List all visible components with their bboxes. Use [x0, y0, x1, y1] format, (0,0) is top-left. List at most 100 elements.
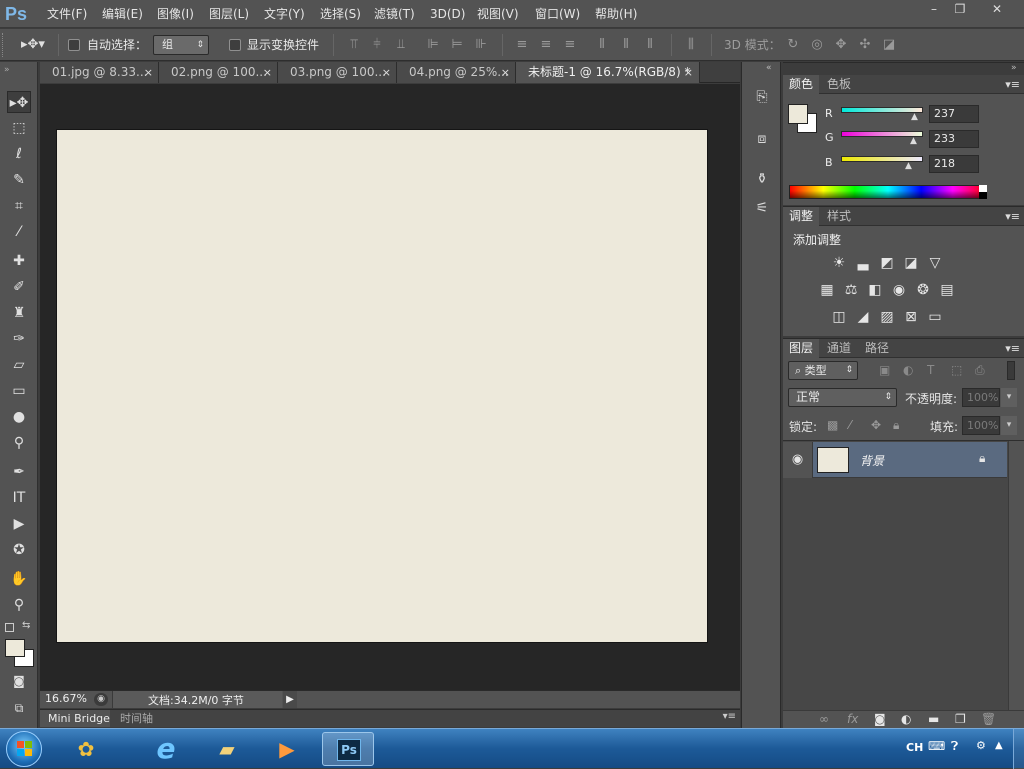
brush-tool-icon[interactable]: ✐ [7, 276, 31, 298]
healing-brush-tool-icon[interactable]: ✚ [7, 250, 31, 272]
color-spectrum-bar[interactable] [789, 185, 987, 199]
history-brush-tool-icon[interactable]: ✑ [7, 328, 31, 350]
align-top-icon[interactable]: ⫪ [346, 37, 362, 53]
menu-type[interactable]: 文字(Y) [264, 6, 305, 22]
menu-help[interactable]: 帮助(H) [595, 6, 637, 22]
align-vcenter-icon[interactable]: ⫩ [369, 37, 385, 53]
help-icon[interactable]: ❓︎ [951, 739, 958, 754]
eyedropper-tool-icon[interactable]: ⁄ [7, 221, 31, 243]
tab-channels[interactable]: 通道 [821, 339, 857, 358]
language-indicator[interactable]: CH [906, 741, 923, 754]
tab-close-icon[interactable]: × [382, 62, 391, 83]
colorful-app-icon[interactable]: ✿ [60, 732, 112, 766]
blend-mode-dropdown[interactable]: 正常 ⇕ [788, 388, 897, 407]
auto-select-dropdown[interactable]: 组 ⇕ [153, 35, 209, 55]
tab-doc-1[interactable]: 01.jpg @ 8.33... × [40, 62, 159, 83]
tab-close-icon[interactable]: × [263, 62, 272, 83]
brush-presets-panel-icon[interactable]: ⚱ [751, 168, 773, 190]
swap-colors-icon[interactable]: ⇆ [22, 620, 30, 631]
opacity-dropdown-arrow-icon[interactable]: ▾ [1001, 388, 1017, 407]
properties-panel-icon[interactable]: ⧈ [751, 128, 773, 150]
tab-mini-bridge[interactable]: Mini Bridge [40, 710, 110, 727]
eraser-tool-icon[interactable]: ▱ [7, 354, 31, 376]
auto-align-icon[interactable]: ⫼ [683, 37, 699, 53]
layer-name[interactable]: 背景 [860, 452, 884, 469]
zoom-level[interactable]: 16.67% [45, 692, 87, 705]
slider-thumb-icon[interactable]: ▲ [910, 136, 917, 146]
fill-dropdown-arrow-icon[interactable]: ▾ [1001, 416, 1017, 435]
show-hidden-icons-icon[interactable]: ▲ [995, 740, 1003, 751]
camera-3d-icon[interactable]: ◪ [881, 37, 897, 53]
tab-swatches[interactable]: 色板 [821, 75, 857, 94]
panel-menu-icon[interactable]: ▾≡ [1005, 210, 1020, 223]
collapse-toolbox-icon[interactable]: » [4, 65, 10, 75]
expand-panels-icon[interactable]: « [766, 63, 772, 73]
distribute-top-icon[interactable]: ≡ [514, 37, 530, 53]
layer-list-scrollbar[interactable] [1008, 441, 1024, 711]
adjustment-layer-icon[interactable]: ◐ [901, 712, 911, 726]
threshold-icon[interactable]: ▨ [877, 307, 897, 327]
distribute-bottom-icon[interactable]: ≡ [562, 37, 578, 53]
tab-styles[interactable]: 样式 [821, 207, 857, 226]
layer-lock-icon[interactable]: 🔒︎ [979, 451, 985, 466]
folder-icon[interactable]: ▬ [928, 712, 939, 726]
mask-icon[interactable]: ◙ [874, 712, 886, 726]
lock-position-icon[interactable]: ✥ [871, 418, 881, 432]
tool-settings-panel-icon[interactable]: ⚟ [751, 197, 773, 219]
menu-file[interactable]: 文件(F) [47, 6, 87, 22]
lock-all-icon[interactable]: 🔒︎ [893, 418, 899, 433]
proof-icon[interactable]: ◉ [94, 693, 108, 706]
color-lookup-icon[interactable]: ▤ [937, 280, 957, 300]
status-menu-arrow-icon[interactable]: ▶ [283, 691, 297, 708]
blue-value-input[interactable]: 218 [929, 155, 979, 173]
tab-close-icon[interactable]: × [684, 62, 693, 83]
opacity-input[interactable]: 100% [962, 388, 1000, 407]
close-button[interactable]: ✕ [985, 0, 1009, 18]
white-swatch[interactable] [979, 185, 987, 192]
distribute-hcenter-icon[interactable]: ⦀ [618, 37, 634, 53]
tab-layers[interactable]: 图层 [783, 339, 820, 358]
slider-thumb-icon[interactable]: ▲ [905, 161, 912, 171]
photo-filter-icon[interactable]: ◉ [889, 280, 909, 300]
file-explorer-icon[interactable]: ▰ [201, 732, 253, 766]
distribute-right-icon[interactable]: ⦀ [642, 37, 658, 53]
invert-icon[interactable]: ◫ [829, 307, 849, 327]
menu-3d[interactable]: 3D(D) [430, 6, 465, 22]
tab-doc-4[interactable]: 04.png @ 25%... × [397, 62, 516, 83]
trash-icon[interactable]: 🗑︎ [981, 712, 996, 726]
marquee-tool-icon[interactable]: ⬚ [7, 117, 31, 139]
panel-menu-icon[interactable]: ▾≡ [1005, 342, 1020, 355]
rotate-3d-icon[interactable]: ↻ [785, 37, 801, 53]
tab-paths[interactable]: 路径 [859, 339, 895, 358]
tab-timeline[interactable]: 时间轴 [112, 710, 153, 727]
levels-icon[interactable]: ▃ [853, 253, 873, 273]
menu-layer[interactable]: 图层(L) [209, 6, 249, 22]
auto-select-checkbox[interactable] [68, 39, 80, 51]
color-balance-icon[interactable]: ⚖ [841, 280, 861, 300]
roll-3d-icon[interactable]: ◎ [809, 37, 825, 53]
minimize-button[interactable]: – [922, 0, 946, 18]
black-white-icon[interactable]: ◧ [865, 280, 885, 300]
menu-view[interactable]: 视图(V) [477, 6, 519, 22]
align-hcenter-icon[interactable]: ⊨ [449, 37, 465, 53]
foreground-color-swatch[interactable] [5, 639, 25, 657]
menu-window[interactable]: 窗口(W) [535, 6, 580, 22]
menu-filter[interactable]: 滤镜(T) [374, 6, 415, 22]
blur-tool-icon[interactable]: ● [7, 406, 31, 428]
drag-3d-icon[interactable]: ✥ [833, 37, 849, 53]
filter-shape-icon[interactable]: ⬚ [951, 363, 962, 377]
history-panel-icon[interactable]: ⎘ [751, 86, 773, 108]
filter-pixel-icon[interactable]: ▣ [879, 363, 890, 377]
menu-image[interactable]: 图像(I) [157, 6, 194, 22]
quick-selection-tool-icon[interactable]: ✎ [7, 169, 31, 191]
tray-settings-icon[interactable]: ⚙ [976, 739, 986, 752]
black-swatch[interactable] [979, 192, 987, 199]
filter-smart-object-icon[interactable]: ⎙ [975, 363, 985, 378]
zoom-tool-icon[interactable]: ⚲ [7, 594, 31, 616]
exposure-icon[interactable]: ◪ [901, 253, 921, 273]
media-player-icon[interactable]: ▶ [261, 732, 313, 766]
grip-handle[interactable] [2, 33, 8, 57]
layer-filter-dropdown[interactable]: ⌕ 类型 ⇕ [788, 361, 858, 380]
lock-transparent-icon[interactable]: ▩ [827, 418, 838, 432]
lock-pixels-icon[interactable]: ⁄ [849, 418, 851, 432]
